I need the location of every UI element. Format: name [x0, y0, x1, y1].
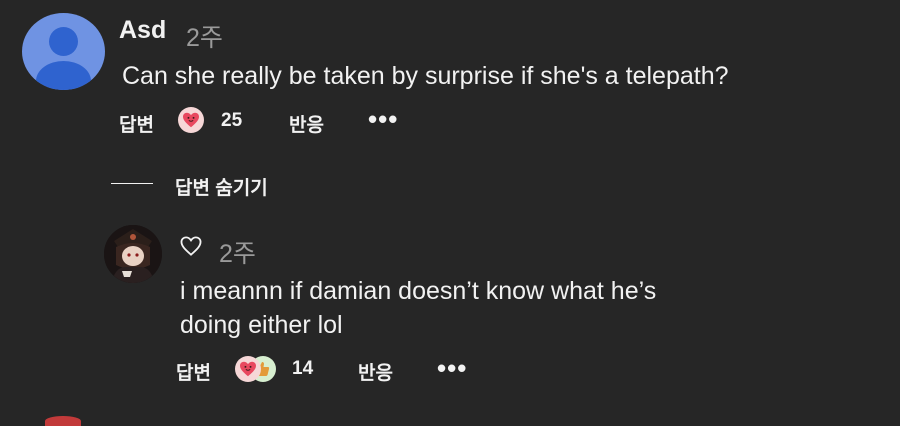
heart-reaction-icon[interactable]	[235, 356, 261, 382]
heart-face-icon	[240, 361, 256, 377]
comment-username[interactable]: Asd	[119, 16, 166, 45]
heart-outline-icon	[180, 236, 202, 256]
anime-avatar-image	[104, 225, 162, 283]
heart-reaction-icon[interactable]	[178, 107, 204, 133]
divider-line	[111, 183, 153, 184]
avatar-body-shape	[36, 61, 91, 90]
next-comment-avatar[interactable]	[45, 416, 81, 426]
reply-avatar[interactable]	[104, 225, 162, 283]
reply-text-line2: doing either lol	[180, 311, 343, 339]
reply-timestamp: 2주	[219, 240, 256, 268]
comment-timestamp: 2주	[186, 24, 223, 52]
reaction-count: 25	[221, 110, 243, 131]
like-icon[interactable]	[180, 236, 202, 261]
reaction-count: 14	[292, 358, 314, 379]
heart-face-icon	[183, 112, 199, 128]
avatar-head-shape	[49, 27, 78, 56]
react-button[interactable]: 반응	[289, 110, 324, 137]
reply-button[interactable]: 답변	[176, 358, 211, 385]
hide-replies-button[interactable]: 답변 숨기기	[175, 173, 268, 200]
more-options-icon[interactable]: •••	[368, 104, 398, 135]
more-options-icon[interactable]: •••	[437, 353, 467, 384]
user-avatar[interactable]	[22, 13, 105, 90]
comment-text: Can she really be taken by surprise if s…	[122, 62, 729, 90]
reply-button[interactable]: 답변	[119, 110, 154, 137]
reply-text-line1: i meannn if damian doesn’t know what he’…	[180, 277, 657, 305]
react-button[interactable]: 반응	[358, 358, 393, 385]
